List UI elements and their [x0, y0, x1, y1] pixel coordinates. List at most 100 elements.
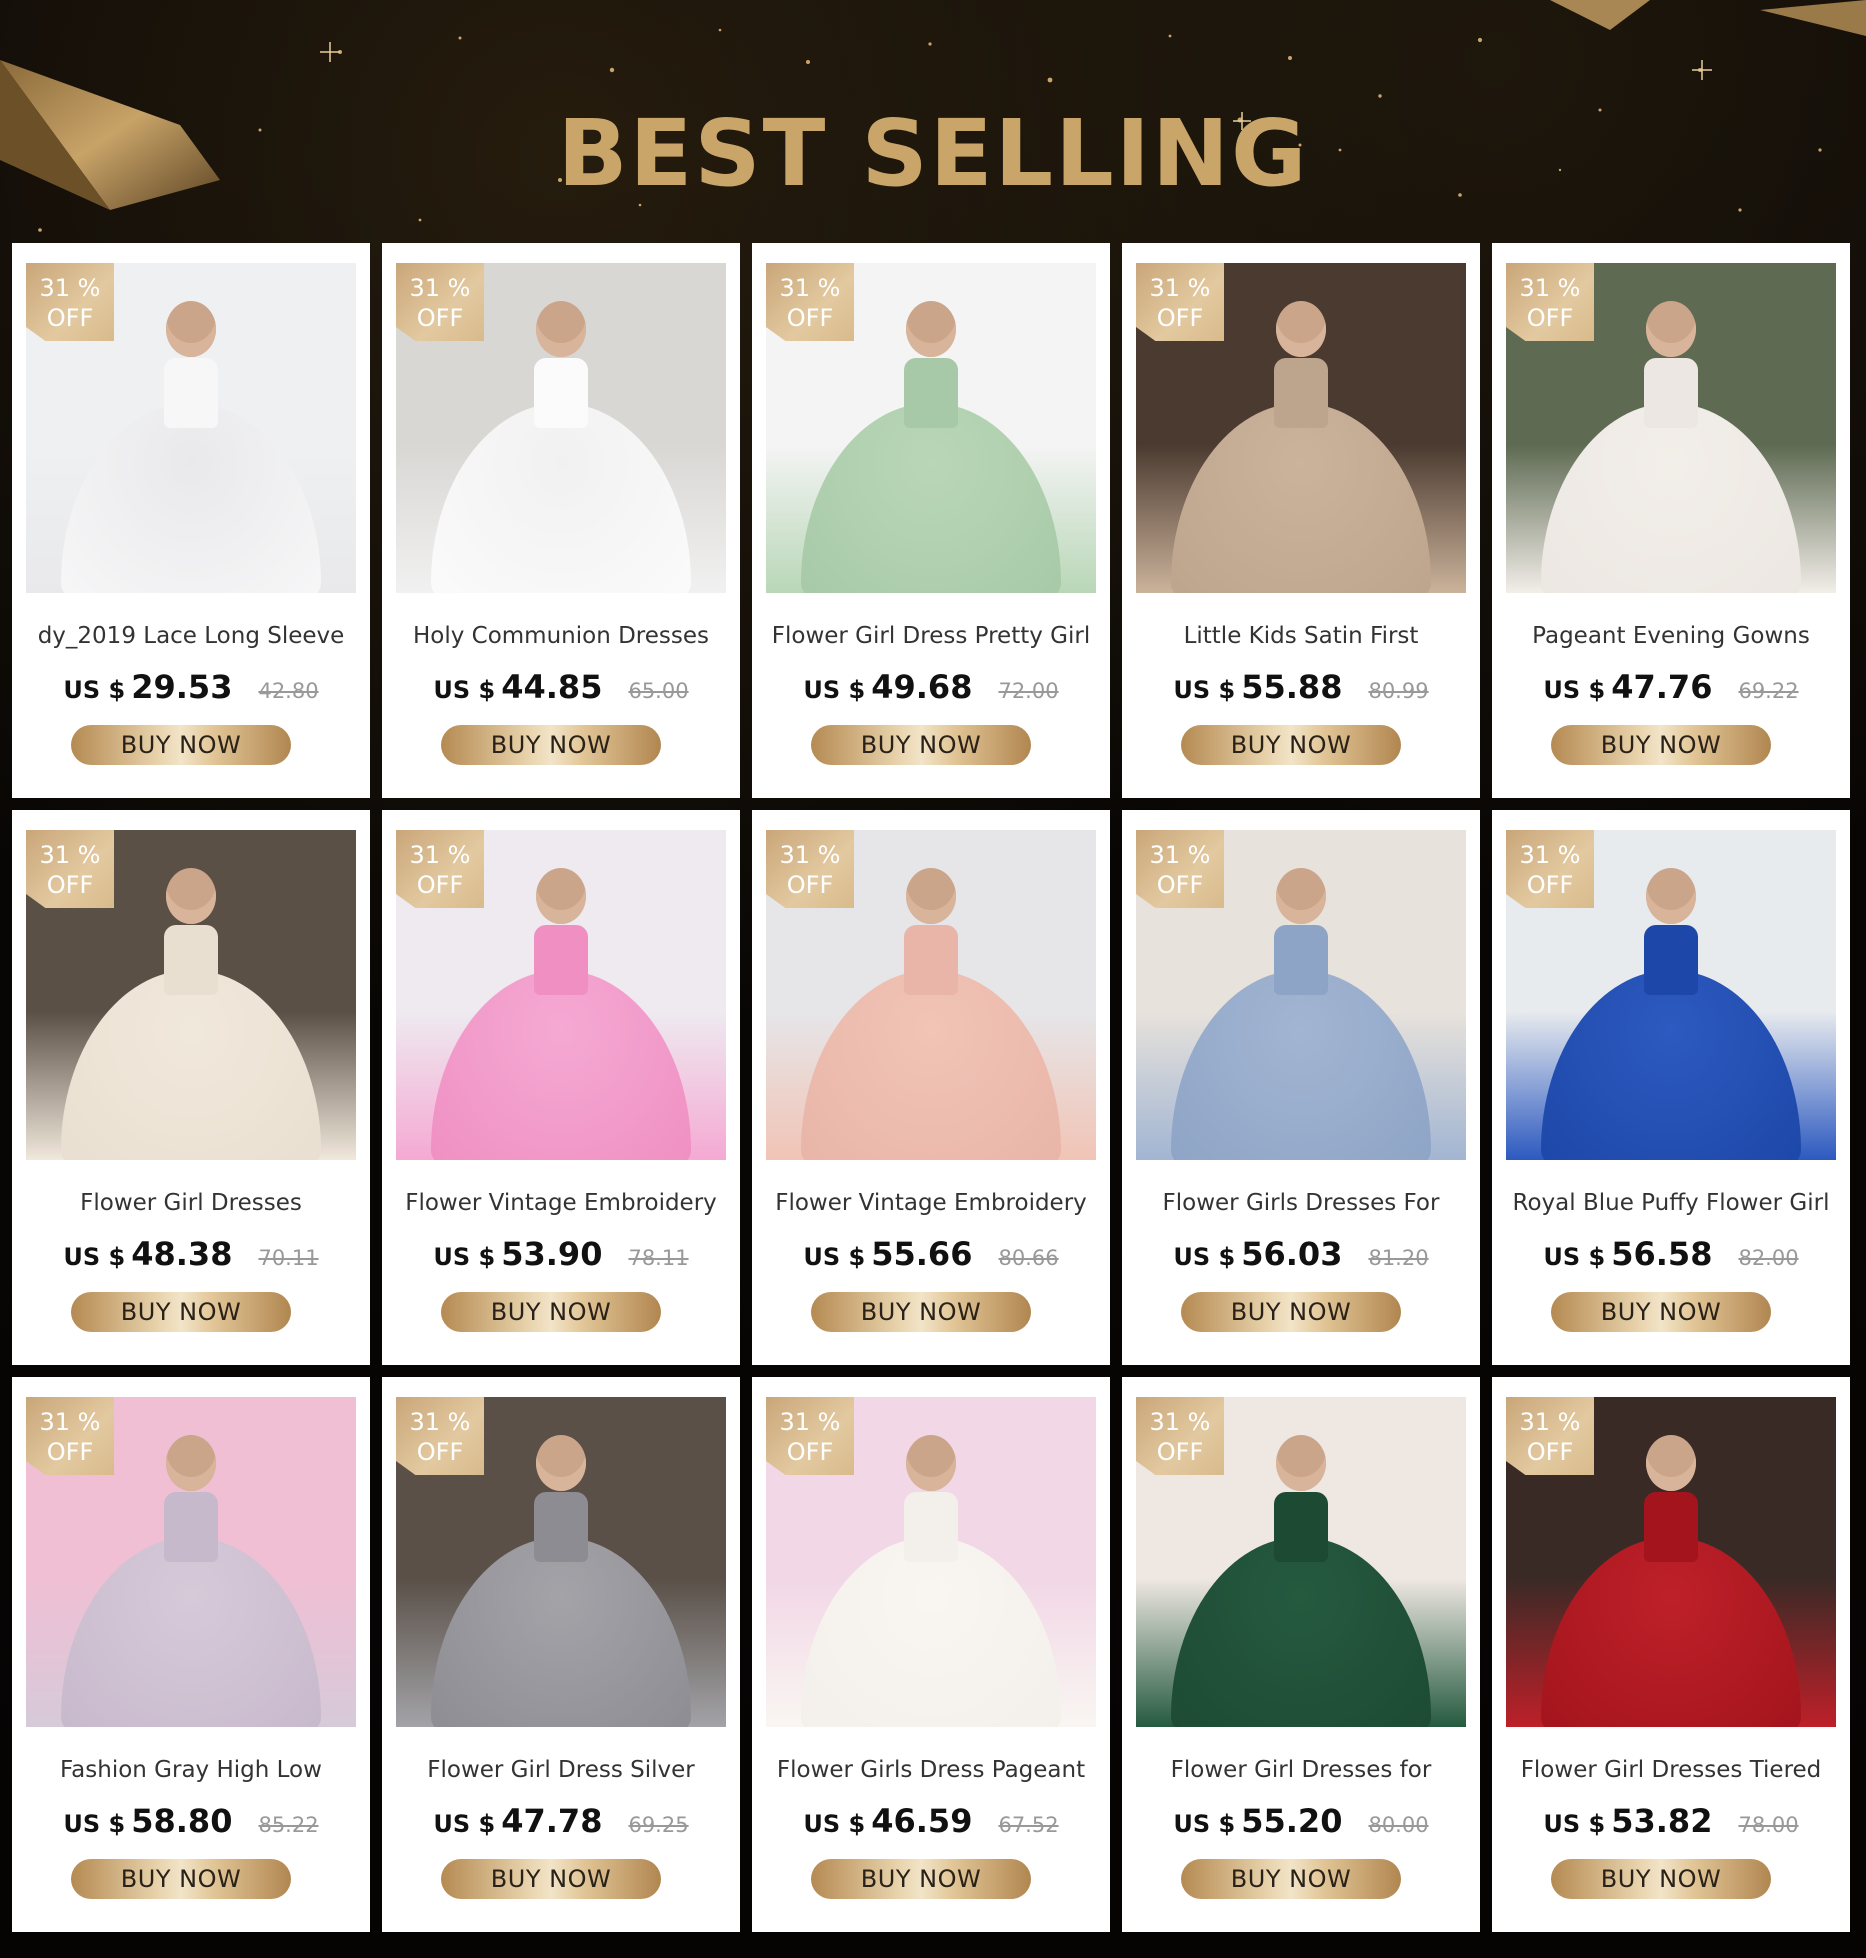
buy-now-button[interactable]: BUY NOW — [1551, 1859, 1771, 1899]
product-title[interactable]: Flower Girls Dresses For — [1122, 1190, 1480, 1216]
discount-value: 31 % — [1149, 1408, 1211, 1436]
discount-badge: 31 % OFF — [1506, 830, 1594, 908]
price-row: US $47.76 69.22 — [1492, 668, 1850, 706]
product-card[interactable]: 31 % OFF dy_2019 Lace Long Sleeve US $29… — [12, 243, 370, 798]
discount-value: 31 % — [39, 274, 101, 302]
model-head — [906, 301, 956, 357]
product-title[interactable]: Holy Communion Dresses — [382, 623, 740, 649]
product-title[interactable]: Pageant Evening Gowns — [1492, 623, 1850, 649]
product-title[interactable]: Little Kids Satin First — [1122, 623, 1480, 649]
currency-label: US $ — [803, 1810, 866, 1838]
currency-label: US $ — [1173, 1243, 1236, 1271]
product-card[interactable]: 31 % OFF Flower Girl Dresses Tiered US $… — [1492, 1377, 1850, 1932]
buy-now-button[interactable]: BUY NOW — [1551, 1292, 1771, 1332]
model-head — [906, 1435, 956, 1491]
product-card[interactable]: 31 % OFF Little Kids Satin First US $55.… — [1122, 243, 1480, 798]
original-price: 72.00 — [998, 679, 1059, 703]
product-card[interactable]: 31 % OFF Flower Girls Dresses For US $56… — [1122, 810, 1480, 1365]
buy-now-button[interactable]: BUY NOW — [71, 1859, 291, 1899]
product-title[interactable]: Royal Blue Puffy Flower Girl — [1492, 1190, 1850, 1216]
buy-now-button[interactable]: BUY NOW — [441, 1292, 661, 1332]
discount-badge: 31 % OFF — [26, 830, 114, 908]
product-card[interactable]: 31 % OFF Holy Communion Dresses US $44.8… — [382, 243, 740, 798]
product-title[interactable]: Flower Girls Dress Pageant — [752, 1757, 1110, 1783]
dress-bodice — [164, 925, 218, 995]
dress-bodice — [534, 925, 588, 995]
product-card[interactable]: 31 % OFF Flower Girls Dress Pageant US $… — [752, 1377, 1110, 1932]
discount-label: OFF — [1526, 871, 1574, 899]
sale-price: 44.85 — [501, 668, 603, 706]
product-title[interactable]: Flower Vintage Embroidery — [752, 1190, 1110, 1216]
discount-value: 31 % — [1149, 274, 1211, 302]
product-title[interactable]: Flower Girl Dress Silver — [382, 1757, 740, 1783]
buy-now-button[interactable]: BUY NOW — [811, 1859, 1031, 1899]
sale-price: 56.58 — [1611, 1235, 1713, 1273]
discount-value: 31 % — [409, 841, 471, 869]
buy-now-button[interactable]: BUY NOW — [1181, 1292, 1401, 1332]
dress-skirt — [801, 970, 1061, 1160]
buy-now-button[interactable]: BUY NOW — [441, 1859, 661, 1899]
sale-price: 46.59 — [871, 1802, 973, 1840]
product-card[interactable]: 31 % OFF Royal Blue Puffy Flower Girl US… — [1492, 810, 1850, 1365]
product-title[interactable]: Fashion Gray High Low — [12, 1757, 370, 1783]
currency-label: US $ — [433, 1243, 496, 1271]
discount-value: 31 % — [1519, 841, 1581, 869]
dress-skirt — [61, 1537, 321, 1727]
model-head — [536, 868, 586, 924]
discount-badge: 31 % OFF — [1506, 1397, 1594, 1475]
product-title[interactable]: Flower Girl Dresses Tiered — [1492, 1757, 1850, 1783]
sale-price: 53.82 — [1611, 1802, 1713, 1840]
product-card[interactable]: 31 % OFF Flower Girl Dresses for US $55.… — [1122, 1377, 1480, 1932]
original-price: 80.66 — [998, 1246, 1059, 1270]
sale-price: 55.20 — [1241, 1802, 1343, 1840]
buy-now-button[interactable]: BUY NOW — [1181, 1859, 1401, 1899]
product-card[interactable]: 31 % OFF Flower Vintage Embroidery US $5… — [382, 810, 740, 1365]
original-price: 70.11 — [258, 1246, 319, 1270]
discount-badge: 31 % OFF — [396, 830, 484, 908]
dress-skirt — [431, 970, 691, 1160]
model-head — [536, 1435, 586, 1491]
currency-label: US $ — [803, 1243, 866, 1271]
product-title[interactable]: Flower Girl Dresses — [12, 1190, 370, 1216]
product-card[interactable]: 31 % OFF Flower Girl Dresses US $48.38 70… — [12, 810, 370, 1365]
discount-label: OFF — [416, 871, 464, 899]
buy-now-button[interactable]: BUY NOW — [1181, 725, 1401, 765]
product-title[interactable]: Flower Girl Dresses for — [1122, 1757, 1480, 1783]
product-grid: 31 % OFF dy_2019 Lace Long Sleeve US $29… — [12, 243, 1850, 1932]
buy-now-button[interactable]: BUY NOW — [71, 725, 291, 765]
product-title[interactable]: dy_2019 Lace Long Sleeve — [12, 623, 370, 649]
currency-label: US $ — [1173, 1810, 1236, 1838]
model-head — [1276, 868, 1326, 924]
buy-now-button[interactable]: BUY NOW — [811, 725, 1031, 765]
model-head — [166, 301, 216, 357]
buy-now-button[interactable]: BUY NOW — [811, 1292, 1031, 1332]
price-row: US $46.59 67.52 — [752, 1802, 1110, 1840]
buy-now-button[interactable]: BUY NOW — [71, 1292, 291, 1332]
product-card[interactable]: 31 % OFF Flower Girl Dress Silver US $47… — [382, 1377, 740, 1932]
discount-label: OFF — [46, 871, 94, 899]
dress-bodice — [164, 358, 218, 428]
price-row: US $49.68 72.00 — [752, 668, 1110, 706]
product-card[interactable]: 31 % OFF Pageant Evening Gowns US $47.76… — [1492, 243, 1850, 798]
discount-label: OFF — [786, 304, 834, 332]
original-price: 67.52 — [998, 1813, 1059, 1837]
currency-label: US $ — [1173, 676, 1236, 704]
product-card[interactable]: 31 % OFF Flower Vintage Embroidery US $5… — [752, 810, 1110, 1365]
buy-now-button[interactable]: BUY NOW — [441, 725, 661, 765]
sale-price: 47.78 — [501, 1802, 603, 1840]
product-card[interactable]: 31 % OFF Fashion Gray High Low US $58.80… — [12, 1377, 370, 1932]
product-title[interactable]: Flower Vintage Embroidery — [382, 1190, 740, 1216]
price-row: US $47.78 69.25 — [382, 1802, 740, 1840]
discount-label: OFF — [1156, 871, 1204, 899]
dress-bodice — [904, 358, 958, 428]
discount-value: 31 % — [779, 1408, 841, 1436]
product-title[interactable]: Flower Girl Dress Pretty Girl — [752, 623, 1110, 649]
buy-now-button[interactable]: BUY NOW — [1551, 725, 1771, 765]
dress-bodice — [1644, 358, 1698, 428]
currency-label: US $ — [1543, 1243, 1606, 1271]
product-card[interactable]: 31 % OFF Flower Girl Dress Pretty Girl U… — [752, 243, 1110, 798]
sale-price: 55.88 — [1241, 668, 1343, 706]
discount-label: OFF — [46, 304, 94, 332]
original-price: 69.22 — [1738, 679, 1799, 703]
discount-label: OFF — [416, 304, 464, 332]
